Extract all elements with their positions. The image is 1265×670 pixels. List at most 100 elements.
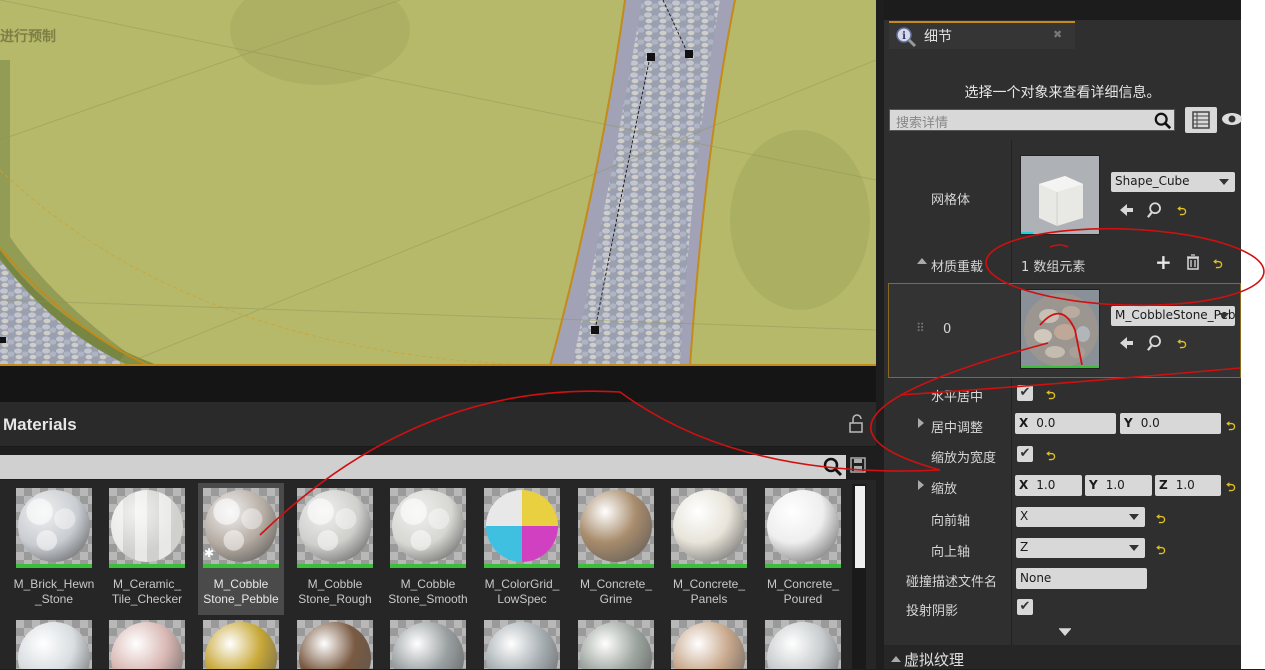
- close-tab-icon[interactable]: ✖: [1053, 28, 1062, 41]
- cube-preview: [1021, 156, 1099, 234]
- asset-label-line1: M_ColorGrid_: [484, 577, 560, 591]
- save-search-icon[interactable]: [850, 457, 866, 473]
- mesh-thumbnail[interactable]: [1020, 155, 1100, 235]
- reset-to-default-icon[interactable]: ⮌: [1226, 417, 1236, 438]
- details-hint: 选择一个对象来查看详细信息。: [964, 85, 1161, 101]
- asset-tile[interactable]: [671, 620, 747, 669]
- asset-type-bar: [297, 564, 373, 568]
- asset-tile[interactable]: M_Brick_Hewn _Stone: [11, 483, 97, 615]
- list-view-icon: [1192, 111, 1210, 129]
- asset-tile[interactable]: [203, 620, 279, 669]
- asset-tile[interactable]: M_Cobble Stone_Smooth: [385, 483, 471, 615]
- asset-tile[interactable]: [390, 620, 466, 669]
- browse-icon[interactable]: [1147, 334, 1165, 352]
- asset-tile[interactable]: M_ColorGrid_ LowSpec: [479, 483, 565, 615]
- asset-tile[interactable]: M_Concrete_ Poured: [760, 483, 846, 615]
- show-advanced-icon[interactable]: [1058, 628, 1072, 638]
- collision-profile-label: 碰撞描述文件名: [906, 575, 998, 590]
- asset-label-line1: M_Ceramic_: [112, 577, 181, 591]
- reset-to-default-icon[interactable]: ⮌: [1213, 255, 1223, 276]
- forward-axis-combo[interactable]: X: [1016, 507, 1145, 527]
- asset-thumbnail: [578, 488, 654, 564]
- reset-to-default-icon[interactable]: ⮌: [1177, 202, 1187, 223]
- asset-tile[interactable]: M_Cobble Stone_Rough: [292, 483, 378, 615]
- reset-to-default-icon[interactable]: ⮌: [1046, 447, 1056, 468]
- mesh-combo[interactable]: Shape_Cube: [1111, 172, 1235, 192]
- collapse-arrow-icon[interactable]: [891, 656, 901, 662]
- search-icon[interactable]: [1154, 112, 1172, 130]
- asset-label-line1: M_Cobble: [400, 577, 456, 591]
- up-axis-combo[interactable]: Z: [1016, 538, 1145, 558]
- collision-profile-field[interactable]: None: [1016, 568, 1147, 589]
- material-sphere: [299, 622, 371, 669]
- element-index: 0: [943, 322, 952, 337]
- material-override-label: 材质重载: [931, 260, 984, 275]
- cast-shadow-checkbox[interactable]: ✔: [1017, 599, 1033, 615]
- material-sphere: [673, 490, 745, 562]
- asset-type-bar: [671, 564, 747, 568]
- asset-tile[interactable]: ✱ M_Cobble Stone_Pebble: [198, 483, 284, 615]
- view-options-button[interactable]: [1185, 107, 1217, 133]
- scale-z-field[interactable]: Z 1.0: [1155, 475, 1221, 496]
- center-adjust-label: 居中调整: [931, 421, 984, 436]
- material-sphere: [392, 490, 464, 562]
- chevron-down-icon: [1129, 545, 1139, 551]
- expand-arrow-icon[interactable]: [918, 480, 924, 490]
- material-thumbnail[interactable]: [1020, 289, 1100, 369]
- asset-thumbnail: [484, 488, 560, 564]
- reset-to-default-icon[interactable]: ⮌: [1177, 335, 1187, 356]
- asset-type-bar: [16, 564, 92, 568]
- material-sphere: [767, 622, 839, 669]
- h-center-checkbox[interactable]: ✔: [1017, 385, 1033, 401]
- eye-icon[interactable]: [1221, 112, 1243, 126]
- asset-tile[interactable]: M_Concrete_ Grime: [573, 483, 659, 615]
- reset-to-default-icon[interactable]: ⮌: [1046, 386, 1056, 407]
- use-selected-arrow-icon[interactable]: [1118, 335, 1134, 351]
- asset-label: M_Concrete_ Poured: [754, 577, 852, 607]
- asset-tile[interactable]: [297, 620, 373, 669]
- asset-tile[interactable]: [109, 620, 185, 669]
- scale-x-field[interactable]: X 1.0: [1015, 475, 1082, 496]
- asset-tile[interactable]: [16, 620, 92, 669]
- details-search-input[interactable]: 搜索详情: [889, 109, 1175, 131]
- up-axis-value: Z: [1020, 540, 1029, 554]
- mesh-label: 网格体: [931, 193, 971, 208]
- expand-arrow-icon[interactable]: [918, 418, 924, 428]
- scale-y-field[interactable]: Y 1.0: [1085, 475, 1152, 496]
- asset-grid-scroll-thumb[interactable]: [855, 486, 865, 568]
- search-icon[interactable]: [823, 457, 843, 477]
- asset-tile[interactable]: [484, 620, 560, 669]
- forward-axis-label: 向前轴: [931, 514, 971, 529]
- trash-icon[interactable]: [1186, 254, 1200, 270]
- browse-icon[interactable]: [1147, 201, 1165, 219]
- asset-tile[interactable]: [765, 620, 841, 669]
- reset-to-default-icon[interactable]: ⮌: [1156, 541, 1166, 562]
- scale-to-width-checkbox[interactable]: ✔: [1017, 446, 1033, 462]
- asset-tile[interactable]: [578, 620, 654, 669]
- add-element-icon[interactable]: +: [1155, 250, 1172, 274]
- asset-thumbnail: [297, 488, 373, 564]
- details-tab-title: 细节: [924, 29, 952, 45]
- content-browser-title: Materials: [3, 415, 77, 434]
- asset-tile[interactable]: M_Ceramic_ Tile_Checker: [104, 483, 190, 615]
- material-sphere: [205, 490, 277, 562]
- lock-icon[interactable]: [848, 414, 866, 434]
- asset-label-line1: M_Concrete_: [766, 577, 840, 591]
- reset-to-default-icon[interactable]: ⮌: [1226, 478, 1236, 499]
- asset-label-line2: _Stone: [34, 592, 74, 606]
- level-viewport[interactable]: 进行预制: [0, 0, 876, 366]
- content-browser-search-input[interactable]: [0, 455, 846, 479]
- asset-type-bar: [390, 564, 466, 568]
- asset-label-line2: Stone_Rough: [298, 592, 372, 606]
- drag-handle-icon[interactable]: ⠿: [916, 321, 925, 335]
- use-selected-arrow-icon[interactable]: [1118, 202, 1134, 218]
- center-x-field[interactable]: X 0.0: [1015, 413, 1116, 434]
- virtual-texture-section[interactable]: 虚拟纹理: [884, 645, 1241, 669]
- asset-tile[interactable]: M_Concrete_ Panels: [666, 483, 752, 615]
- scale-label: 缩放: [931, 482, 958, 497]
- tab-details[interactable]: i 细节 ✖: [889, 21, 1075, 49]
- material-combo[interactable]: M_CobbleStone_Pebble: [1111, 306, 1235, 326]
- reset-to-default-icon[interactable]: ⮌: [1156, 510, 1166, 531]
- expand-arrow-icon[interactable]: [917, 258, 927, 264]
- center-y-field[interactable]: Y 0.0: [1120, 413, 1221, 434]
